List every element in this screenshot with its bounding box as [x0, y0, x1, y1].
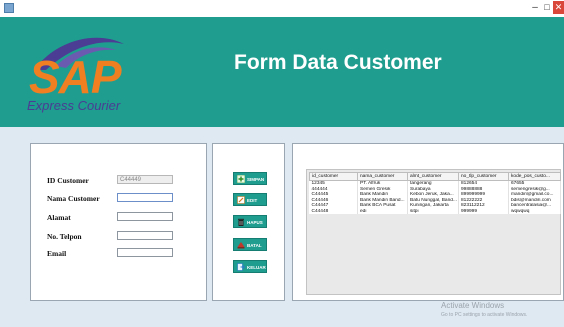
hapus-label: HAPUS — [247, 220, 263, 225]
column-header[interactable]: nama_customer — [357, 172, 408, 181]
nama-customer-label: Nama Customer — [47, 194, 100, 203]
hapus-button[interactable]: HAPUS — [233, 215, 267, 228]
add-icon — [237, 175, 245, 183]
logo-subtitle: Express Courier — [27, 98, 121, 113]
simpan-label: SIMPAN — [247, 177, 265, 182]
trash-icon — [238, 218, 244, 226]
customer-form-panel: ID Customer C44449 Nama Customer Alamat … — [30, 143, 207, 301]
customer-table-scrollpane[interactable]: id_customer nama_customer almt_customer … — [306, 169, 561, 295]
table-cell: sitpi — [407, 208, 459, 214]
nama-customer-field[interactable] — [117, 193, 173, 202]
id-customer-field[interactable]: C44449 — [117, 175, 173, 184]
table-cell: Kebon Jeruk, Jaka... — [407, 192, 459, 198]
edit-icon — [237, 196, 245, 204]
minimize-button[interactable]: – — [529, 1, 541, 14]
customer-table: id_customer nama_customer almt_customer … — [309, 172, 561, 214]
keluar-button[interactable]: KELUAR — [233, 260, 267, 273]
table-row[interactable]: C44448 edi sitpi 999999 wqwqwq — [309, 208, 561, 214]
no-telpon-label: No. Telpon — [47, 232, 82, 241]
action-buttons-panel: SIMPAN EDIT HAPUS BATAL KELUAR — [212, 143, 285, 301]
id-customer-label: ID Customer — [47, 176, 89, 185]
simpan-button[interactable]: SIMPAN — [233, 172, 267, 185]
window-titlebar: – □ ✕ — [0, 0, 564, 18]
column-header[interactable]: almt_customer — [407, 172, 459, 181]
column-header[interactable]: id_customer — [309, 172, 358, 181]
activate-windows-subtitle: Go to PC settings to activate Windows. — [441, 312, 528, 318]
email-field[interactable] — [117, 248, 173, 257]
edit-label: EDIT — [247, 198, 258, 203]
no-telpon-field[interactable] — [117, 231, 173, 240]
keluar-label: KELUAR — [247, 265, 266, 270]
page-title: Form Data Customer — [234, 51, 442, 74]
table-header-row: id_customer nama_customer almt_customer … — [309, 172, 561, 181]
edit-button[interactable]: EDIT — [233, 193, 267, 206]
close-button[interactable]: ✕ — [553, 1, 564, 14]
column-header[interactable]: no_tlp_customer — [458, 172, 509, 181]
table-cell: edi — [357, 208, 408, 214]
table-cell: mandiri@gmail.co... — [508, 192, 561, 198]
table-cell: C44448 — [309, 208, 358, 214]
cancel-icon — [237, 242, 245, 249]
table-cell: 999999 — [458, 208, 509, 214]
sap-logo: SAP Express Courier — [26, 26, 136, 120]
alamat-field[interactable] — [117, 212, 173, 221]
alamat-label: Alamat — [47, 213, 71, 222]
logo-text: SAP — [29, 51, 122, 103]
maximize-button[interactable]: □ — [541, 1, 553, 14]
customer-table-panel: id_customer nama_customer almt_customer … — [292, 143, 564, 301]
activate-windows-title: Activate Windows — [441, 301, 505, 310]
email-label: Email — [47, 249, 67, 258]
column-header[interactable]: kode_pos_custo... — [508, 172, 561, 181]
app-icon — [4, 3, 14, 13]
table-cell: wqwqwq — [508, 208, 561, 214]
batal-button[interactable]: BATAL — [233, 238, 267, 251]
batal-label: BATAL — [247, 243, 262, 248]
exit-icon — [237, 263, 245, 271]
header-banner: SAP Express Courier Form Data Customer — [0, 17, 564, 127]
